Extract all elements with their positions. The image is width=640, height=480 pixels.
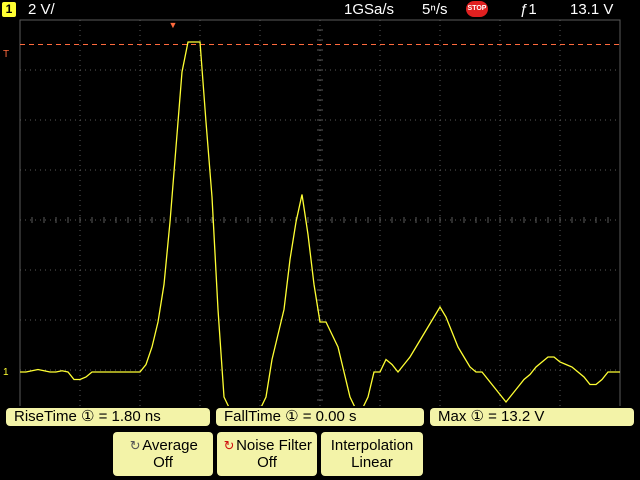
- average-value: Off: [153, 454, 173, 471]
- entry-knob-icon: ↻: [129, 438, 141, 453]
- channel-ground-marker: 1: [3, 367, 9, 378]
- fall-time-measurement[interactable]: FallTime ① = 0.00 s: [216, 408, 424, 426]
- noise-filter-value: Off: [257, 454, 277, 471]
- max-measurement[interactable]: Max ① = 13.2 V: [430, 408, 634, 426]
- interpolation-softkey[interactable]: Interpolation Linear: [321, 432, 423, 476]
- measurement-bar: RiseTime ① = 1.80 ns FallTime ① = 0.00 s…: [0, 406, 640, 428]
- softkey-menu: ↻ Average Off ↻ Noise Filter Off Interpola…: [0, 430, 640, 480]
- interpolation-value: Linear: [351, 454, 393, 471]
- entry-knob-active-icon: ↻: [223, 438, 235, 453]
- noise-filter-softkey[interactable]: ↻ Noise Filter Off: [217, 432, 317, 476]
- average-softkey[interactable]: ↻ Average Off: [113, 432, 213, 476]
- rise-time-measurement[interactable]: RiseTime ① = 1.80 ns: [6, 408, 210, 426]
- graticule: [19, 19, 621, 421]
- trigger-level-marker: T: [3, 49, 9, 60]
